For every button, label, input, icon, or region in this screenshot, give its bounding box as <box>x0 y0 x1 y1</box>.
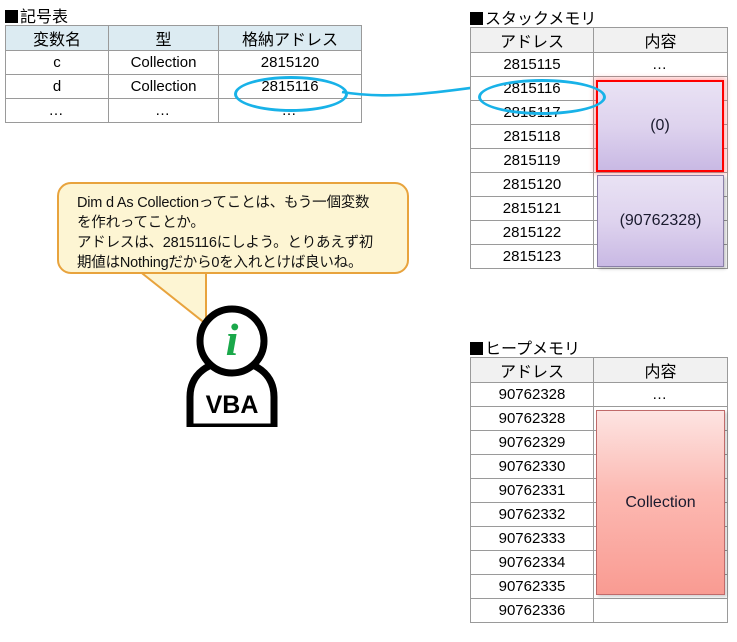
table-row: 2815115 … <box>470 52 728 77</box>
stack-memory-heading: スタックメモリ <box>470 5 596 29</box>
heap-cell-content <box>593 598 728 623</box>
stack-value-block-pointer: (90762328) <box>597 175 724 267</box>
stack-cell-address: 2815120 <box>470 172 594 197</box>
speech-bubble: Dim d As Collectionってことは、もう一個変数 を作れってことか… <box>57 182 409 274</box>
avatar-body-label: VBA <box>206 391 259 419</box>
heap-cell-address: 90762328 <box>470 406 594 431</box>
heap-cell-address: 90762328 <box>470 382 594 407</box>
heap-cell-address: 90762332 <box>470 502 594 527</box>
stack-cell-address: 2815123 <box>470 244 594 269</box>
table-row: d Collection 2815116 <box>5 74 362 99</box>
stack-cell-address: 2815118 <box>470 124 594 149</box>
stack-cell-address: 2815115 <box>470 52 594 77</box>
heap-value-block-collection: Collection <box>596 410 725 595</box>
stack-cell-address-highlighted: 2815116 <box>470 76 594 101</box>
vba-avatar: i VBA <box>186 305 278 427</box>
table-row: c Collection 2815120 <box>5 50 362 75</box>
symbol-table-heading-label: 記号表 <box>20 9 69 26</box>
table-row: … … … <box>5 98 362 123</box>
heap-cell-address: 90762336 <box>470 598 594 623</box>
stack-cell-address: 2815121 <box>470 196 594 221</box>
stack-header-row: アドレス 内容 <box>470 27 728 53</box>
symbol-cell-variable: d <box>5 74 109 99</box>
heap-memory-heading-label: ヒープメモリ <box>485 341 581 358</box>
symbol-col-header-variable: 変数名 <box>5 25 109 51</box>
bullet-square-icon <box>470 342 483 355</box>
stack-cell-address: 2815122 <box>470 220 594 245</box>
heap-col-header-content: 内容 <box>593 357 728 383</box>
table-row: 90762336 <box>470 598 728 623</box>
heap-cell-address: 90762335 <box>470 574 594 599</box>
stack-memory-heading-label: スタックメモリ <box>485 11 597 28</box>
heap-cell-address: 90762334 <box>470 550 594 575</box>
symbol-cell-type: Collection <box>108 74 219 99</box>
heap-cell-address: 90762333 <box>470 526 594 551</box>
stack-cell-address: 2815119 <box>470 148 594 173</box>
symbol-col-header-address: 格納アドレス <box>218 25 362 51</box>
bullet-square-icon <box>5 10 18 23</box>
heap-memory-heading: ヒープメモリ <box>470 335 580 359</box>
stack-cell-content: … <box>593 52 728 77</box>
symbol-table: 変数名 型 格納アドレス c Collection 2815120 d Coll… <box>5 25 362 123</box>
stack-col-header-address: アドレス <box>470 27 594 53</box>
stack-value-block-zero: (0) <box>596 80 724 172</box>
heap-cell-address: 90762330 <box>470 454 594 479</box>
info-i-icon: i <box>226 314 239 365</box>
symbol-cell-type: … <box>108 98 219 123</box>
heap-header-row: アドレス 内容 <box>470 357 728 383</box>
speech-bubble-text: Dim d As Collectionってことは、もう一個変数 を作れってことか… <box>77 195 374 271</box>
stack-cell-address: 2815117 <box>470 100 594 125</box>
symbol-table-header-row: 変数名 型 格納アドレス <box>5 25 362 51</box>
symbol-cell-variable: … <box>5 98 109 123</box>
heap-cell-address: 90762329 <box>470 430 594 455</box>
table-row: 90762328 … <box>470 382 728 407</box>
stack-col-header-content: 内容 <box>593 27 728 53</box>
heap-cell-content: … <box>593 382 728 407</box>
symbol-table-heading: 記号表 <box>5 3 68 27</box>
symbol-cell-variable: c <box>5 50 109 75</box>
heap-col-header-address: アドレス <box>470 357 594 383</box>
symbol-col-header-type: 型 <box>108 25 219 51</box>
heap-cell-address: 90762331 <box>470 478 594 503</box>
symbol-cell-type: Collection <box>108 50 219 75</box>
bullet-square-icon <box>470 12 483 25</box>
